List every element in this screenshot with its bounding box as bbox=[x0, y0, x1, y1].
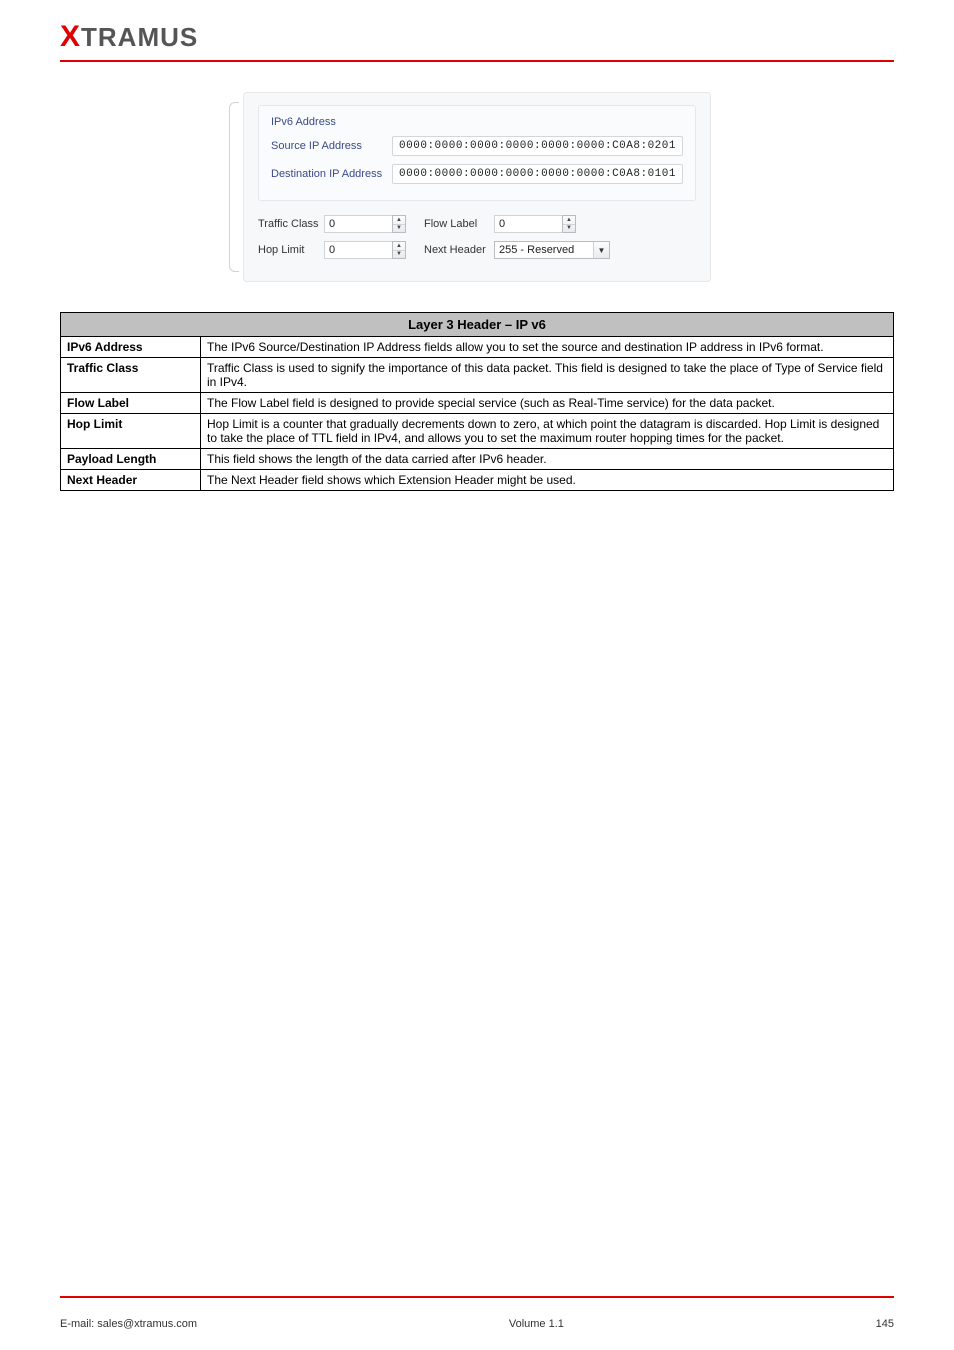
table-row: Traffic ClassTraffic Class is used to si… bbox=[61, 358, 894, 393]
hop-limit-down-icon[interactable]: ▼ bbox=[393, 251, 405, 259]
top-divider bbox=[60, 60, 894, 62]
table-value: This field shows the length of the data … bbox=[201, 449, 894, 470]
table-key: Payload Length bbox=[61, 449, 201, 470]
brand-header: XTRAMUS bbox=[60, 20, 894, 54]
hop-nextheader-row: Hop Limit ▲▼ Next Header 255 - Reserved … bbox=[258, 241, 696, 259]
table-row: Flow LabelThe Flow Label field is design… bbox=[61, 393, 894, 414]
hop-limit-up-icon[interactable]: ▲ bbox=[393, 242, 405, 251]
traffic-class-spin-buttons[interactable]: ▲▼ bbox=[392, 215, 406, 233]
ipv6-address-group: IPv6 Address Source IP Address 0000:0000… bbox=[258, 105, 696, 201]
logo-rest: TRAMUS bbox=[81, 22, 198, 52]
hop-limit-spin-buttons[interactable]: ▲▼ bbox=[392, 241, 406, 259]
table-value: Traffic Class is used to signify the imp… bbox=[201, 358, 894, 393]
bottom-divider bbox=[60, 1296, 894, 1298]
description-table: Layer 3 Header – IP v6 IPv6 AddressThe I… bbox=[60, 312, 894, 491]
table-value: The Flow Label field is designed to prov… bbox=[201, 393, 894, 414]
footer-email: E-mail: sales@xtramus.com bbox=[60, 1318, 197, 1330]
ipv6-group-title: IPv6 Address bbox=[271, 116, 683, 128]
traffic-class-up-icon[interactable]: ▲ bbox=[393, 216, 405, 225]
destination-ip-row: Destination IP Address 0000:0000:0000:00… bbox=[271, 164, 683, 184]
footer-version: Volume 1.1 bbox=[509, 1318, 564, 1330]
brand-logo: XTRAMUS bbox=[60, 20, 198, 54]
group-brace bbox=[229, 102, 239, 272]
table-row: Payload LengthThis field shows the lengt… bbox=[61, 449, 894, 470]
source-ip-row: Source IP Address 0000:0000:0000:0000:00… bbox=[271, 136, 683, 156]
next-header-value: 255 - Reserved bbox=[495, 244, 593, 256]
traffic-flow-row: Traffic Class ▲▼ Flow Label ▲▼ bbox=[258, 215, 696, 233]
table-key: Traffic Class bbox=[61, 358, 201, 393]
next-header-select[interactable]: 255 - Reserved ▼ bbox=[494, 241, 610, 259]
hop-limit-stepper[interactable]: ▲▼ bbox=[324, 241, 406, 259]
source-ip-input[interactable]: 0000:0000:0000:0000:0000:0000:C0A8:0201 bbox=[392, 136, 683, 156]
destination-ip-input[interactable]: 0000:0000:0000:0000:0000:0000:C0A8:0101 bbox=[392, 164, 683, 184]
table-key: IPv6 Address bbox=[61, 337, 201, 358]
hop-limit-label: Hop Limit bbox=[258, 244, 324, 256]
table-value: Hop Limit is a counter that gradually de… bbox=[201, 414, 894, 449]
table-key: Flow Label bbox=[61, 393, 201, 414]
config-panel: IPv6 Address Source IP Address 0000:0000… bbox=[243, 92, 711, 282]
flow-label-stepper[interactable]: ▲▼ bbox=[494, 215, 576, 233]
flow-label-label: Flow Label bbox=[424, 218, 494, 230]
chevron-down-icon[interactable]: ▼ bbox=[593, 242, 609, 258]
traffic-class-down-icon[interactable]: ▼ bbox=[393, 225, 405, 233]
flow-label-down-icon[interactable]: ▼ bbox=[563, 225, 575, 233]
page-footer: E-mail: sales@xtramus.com Volume 1.1 145 bbox=[60, 1318, 894, 1330]
next-header-label: Next Header bbox=[424, 244, 494, 256]
flow-label-spin-buttons[interactable]: ▲▼ bbox=[562, 215, 576, 233]
table-value: The IPv6 Source/Destination IP Address f… bbox=[201, 337, 894, 358]
table-row: Hop LimitHop Limit is a counter that gra… bbox=[61, 414, 894, 449]
traffic-class-input[interactable] bbox=[324, 215, 392, 233]
table-key: Hop Limit bbox=[61, 414, 201, 449]
flow-label-input[interactable] bbox=[494, 215, 562, 233]
hop-limit-input[interactable] bbox=[324, 241, 392, 259]
table-key: Next Header bbox=[61, 470, 201, 491]
flow-label-up-icon[interactable]: ▲ bbox=[563, 216, 575, 225]
traffic-class-stepper[interactable]: ▲▼ bbox=[324, 215, 406, 233]
table-header: Layer 3 Header – IP v6 bbox=[61, 313, 894, 337]
footer-page-number: 145 bbox=[876, 1318, 894, 1330]
logo-x: X bbox=[60, 20, 81, 53]
table-value: The Next Header field shows which Extens… bbox=[201, 470, 894, 491]
traffic-class-label: Traffic Class bbox=[258, 218, 324, 230]
destination-ip-label: Destination IP Address bbox=[271, 168, 392, 180]
source-ip-label: Source IP Address bbox=[271, 140, 392, 152]
table-row: Next HeaderThe Next Header field shows w… bbox=[61, 470, 894, 491]
table-row: IPv6 AddressThe IPv6 Source/Destination … bbox=[61, 337, 894, 358]
